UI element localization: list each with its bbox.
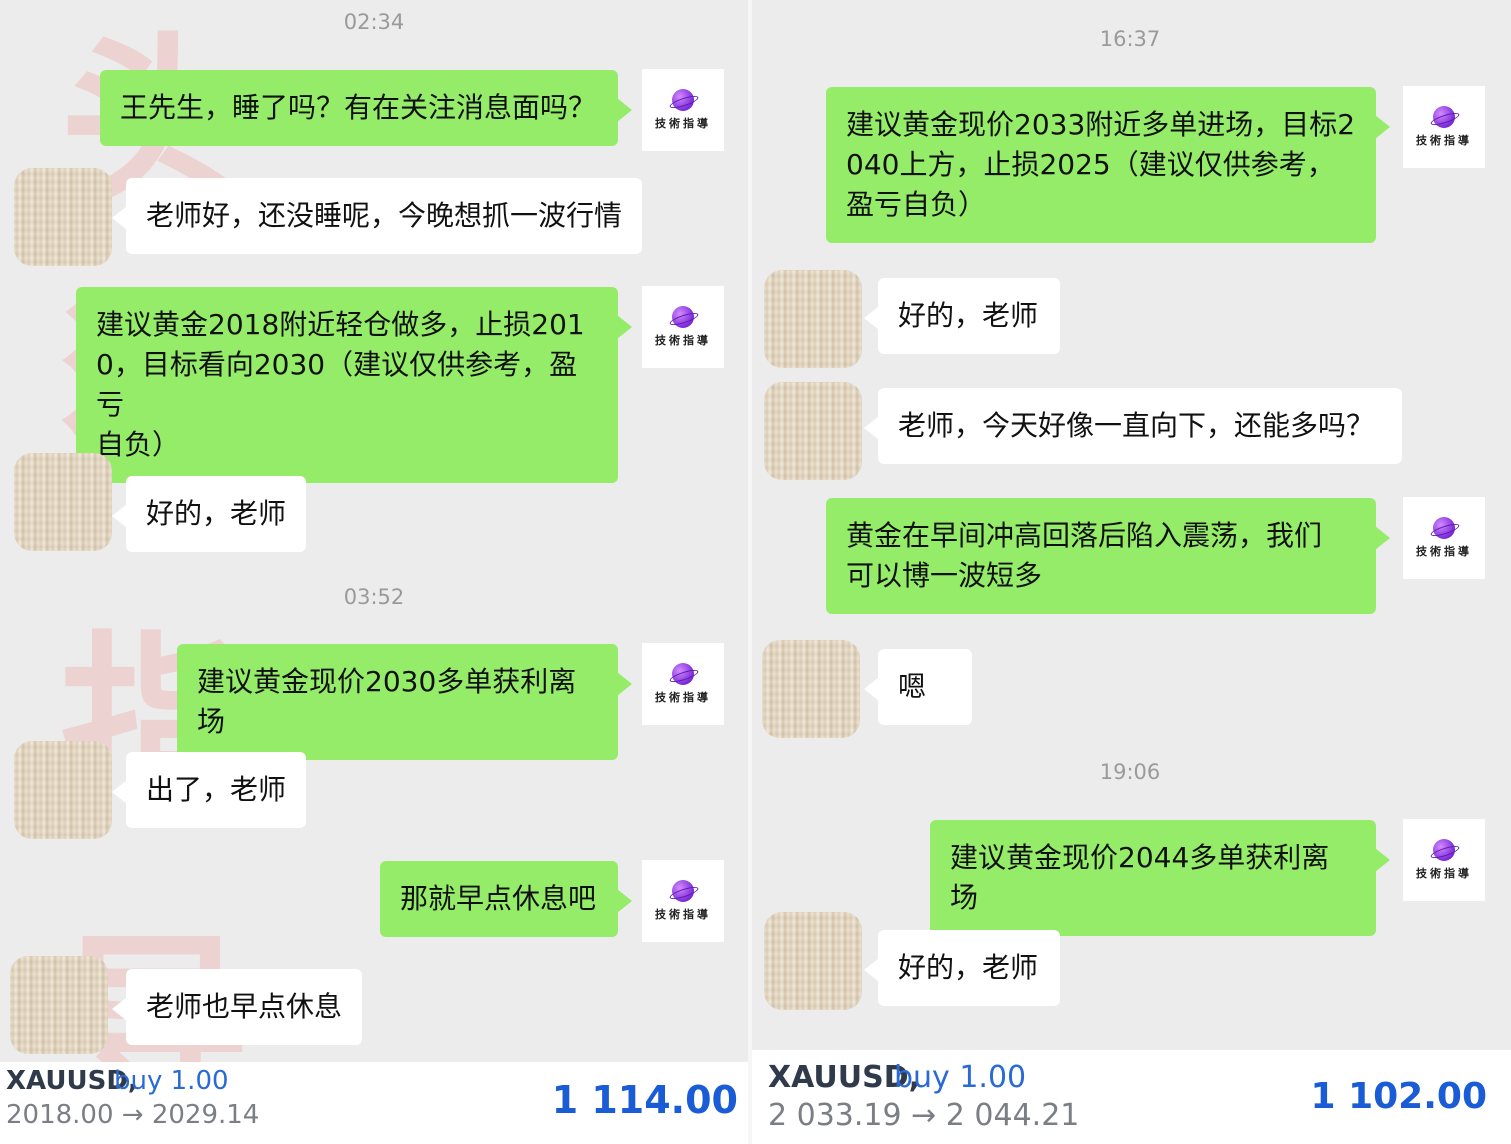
avatar-label: 技術指導 xyxy=(1416,545,1472,558)
user-avatar[interactable] xyxy=(764,912,862,1010)
trade-side: buy 1.00 xyxy=(894,1060,1027,1095)
teacher-avatar[interactable]: 技術指導 xyxy=(1403,86,1485,168)
trade-profit: 1 114.00 xyxy=(551,1078,738,1122)
message-bubble-outgoing[interactable]: 建议黄金现价2044多单获利离场 xyxy=(930,820,1390,936)
user-avatar[interactable] xyxy=(14,453,112,551)
planet-logo-icon xyxy=(672,663,694,685)
message-bubble-incoming[interactable]: 嗯 xyxy=(864,649,972,725)
avatar-label: 技術指導 xyxy=(655,117,711,130)
message-bubble-outgoing[interactable]: 建议黄金现价2030多单获利离场 xyxy=(177,644,632,760)
teacher-avatar[interactable]: 技術指導 xyxy=(1403,819,1485,901)
message-bubble-incoming[interactable]: 老师好，还没睡呢，今晚想抓一波行情 xyxy=(112,178,642,254)
planet-logo-icon xyxy=(672,89,694,111)
chat-timestamp: 19:06 xyxy=(1099,760,1161,784)
chat-timestamp: 02:34 xyxy=(343,10,405,34)
planet-logo-icon xyxy=(672,306,694,328)
trade-side: buy 1.00 xyxy=(114,1066,229,1096)
planet-logo-icon xyxy=(1433,517,1455,539)
planet-logo-icon xyxy=(1433,839,1455,861)
teacher-avatar[interactable]: 技術指導 xyxy=(642,69,724,151)
user-avatar[interactable] xyxy=(764,382,862,480)
left-chat-panel: 头 狼 指 导 02:34 王先生，睡了吗？有在关注消息面吗？ 技術指導 老师好… xyxy=(0,0,748,1144)
teacher-avatar[interactable]: 技術指導 xyxy=(642,286,724,368)
avatar-label: 技術指導 xyxy=(1416,134,1472,147)
user-avatar[interactable] xyxy=(10,956,108,1054)
chat-timestamp: 03:52 xyxy=(343,585,405,609)
teacher-avatar[interactable]: 技術指導 xyxy=(642,860,724,942)
message-bubble-incoming[interactable]: 老师也早点休息 xyxy=(112,969,362,1045)
planet-logo-icon xyxy=(1433,106,1455,128)
avatar-label: 技術指導 xyxy=(1416,867,1472,880)
message-bubble-outgoing[interactable]: 建议黄金2018附近轻仓做多，止损201 0，目标看向2030（建议仅供参考，盈… xyxy=(76,287,632,483)
teacher-avatar[interactable]: 技術指導 xyxy=(642,643,724,725)
trade-prices: 2018.00 → 2029.14 xyxy=(6,1100,260,1130)
message-bubble-incoming[interactable]: 老师，今天好像一直向下，还能多吗？ xyxy=(864,388,1402,464)
message-bubble-incoming[interactable]: 好的，老师 xyxy=(864,930,1060,1006)
message-bubble-incoming[interactable]: 好的，老师 xyxy=(864,278,1060,354)
message-bubble-outgoing[interactable]: 那就早点休息吧 xyxy=(380,861,632,937)
message-bubble-incoming[interactable]: 出了，老师 xyxy=(112,752,306,828)
message-bubble-outgoing[interactable]: 黄金在早间冲高回落后陷入震荡，我们 可以博一波短多 xyxy=(826,498,1390,614)
avatar-label: 技術指導 xyxy=(655,691,711,704)
trade-profit: 1 102.00 xyxy=(1310,1076,1487,1117)
user-avatar[interactable] xyxy=(14,168,112,266)
trade-summary[interactable]: XAUUSD, buy 1.00 2018.00 → 2029.14 1 114… xyxy=(0,1062,748,1144)
chat-timestamp: 16:37 xyxy=(1099,27,1161,51)
user-avatar[interactable] xyxy=(764,270,862,368)
avatar-label: 技術指導 xyxy=(655,908,711,921)
message-bubble-outgoing[interactable]: 王先生，睡了吗？有在关注消息面吗？ xyxy=(100,70,632,146)
avatar-label: 技術指導 xyxy=(655,334,711,347)
right-chat-panel: 16:37 建议黄金现价2033附近多单进场，目标2 040上方，止损2025（… xyxy=(752,0,1511,1144)
planet-logo-icon xyxy=(672,880,694,902)
teacher-avatar[interactable]: 技術指導 xyxy=(1403,497,1485,579)
user-avatar[interactable] xyxy=(762,640,860,738)
user-avatar[interactable] xyxy=(14,741,112,839)
trade-summary[interactable]: XAUUSD, buy 1.00 2 033.19 → 2 044.21 1 1… xyxy=(752,1050,1511,1144)
trade-prices: 2 033.19 → 2 044.21 xyxy=(768,1098,1080,1133)
message-bubble-incoming[interactable]: 好的，老师 xyxy=(112,476,306,552)
message-bubble-outgoing[interactable]: 建议黄金现价2033附近多单进场，目标2 040上方，止损2025（建议仅供参考… xyxy=(826,87,1390,243)
